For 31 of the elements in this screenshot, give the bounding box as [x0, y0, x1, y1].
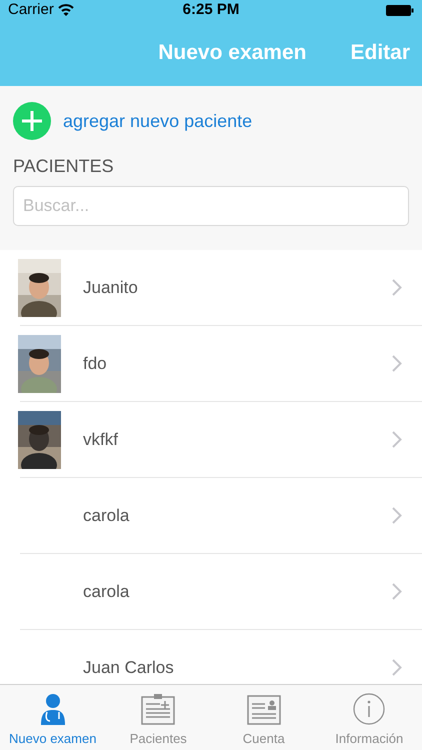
patient-row[interactable]: carola [20, 554, 422, 630]
doctor-icon [38, 692, 67, 724]
carrier-label: Carrier [8, 0, 54, 20]
patient-name: vkfkf [83, 428, 119, 451]
patient-name: carola [83, 580, 130, 603]
chevron-icon [392, 507, 402, 524]
chevron-icon [392, 659, 402, 676]
search-field[interactable]: Buscar... [13, 186, 409, 226]
add-patient-button[interactable]: agregar nuevo paciente [13, 102, 409, 140]
chevron-icon [392, 583, 402, 600]
wifi-icon [58, 4, 74, 16]
chevron-icon [392, 355, 402, 372]
patient-name: fdo [83, 352, 108, 375]
clipboard-icon [141, 692, 176, 724]
patient-row[interactable]: Juanito [20, 250, 422, 326]
contact-card-icon [246, 694, 281, 724]
patient-row[interactable]: fdo [20, 326, 422, 402]
section-title: PACIENTES [13, 155, 115, 178]
patient-name: Juan Carlos [83, 656, 175, 679]
status-time: 6:25 PM [182, 0, 240, 20]
patient-row[interactable]: vkfkf [20, 402, 422, 478]
chevron-icon [392, 431, 402, 448]
chevron-icon [392, 279, 402, 296]
nav-title: Nuevo examen [158, 40, 306, 66]
patient-name: Juanito [83, 276, 139, 299]
patient-name: carola [83, 504, 130, 527]
patient-row[interactable]: carola [20, 478, 422, 554]
battery-icon [386, 4, 414, 16]
tab-item[interactable]: Nuevo examen [0, 685, 106, 750]
plus-icon [13, 102, 51, 140]
info-icon [353, 692, 386, 724]
